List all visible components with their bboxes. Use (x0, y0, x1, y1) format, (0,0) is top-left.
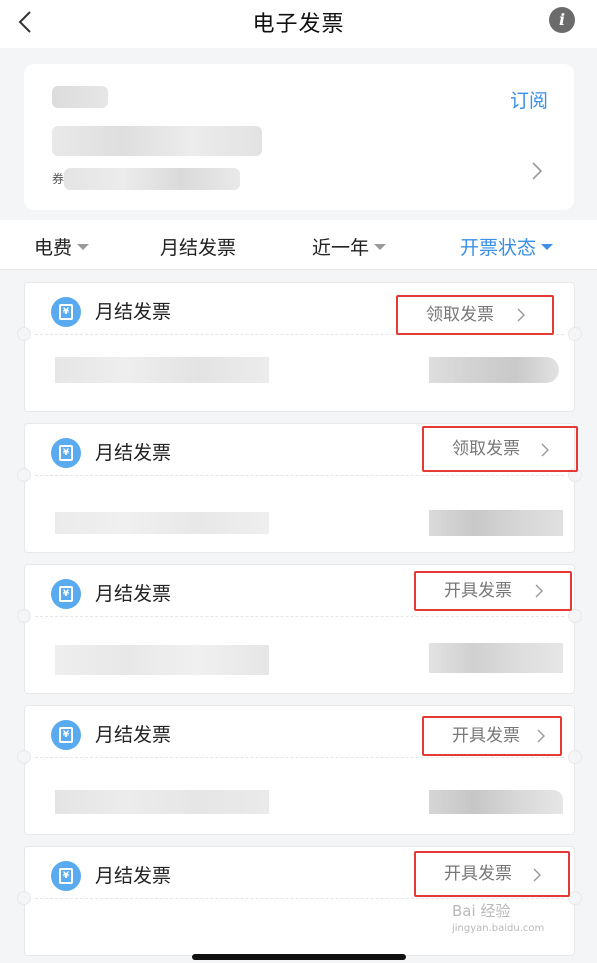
page-title: 电子发票 (252, 12, 345, 37)
subscribe-link[interactable]: 订阅 (510, 86, 548, 113)
invoice-card[interactable]: ¥ 月结发票 开具发票 (17, 564, 582, 694)
caret-down-icon (77, 243, 90, 250)
filter-time-range[interactable]: 近一年 (312, 233, 387, 260)
invoice-card[interactable]: ¥ 月结发票 领取发票 (17, 423, 582, 553)
invoice-action-button[interactable]: 领取发票 (396, 295, 554, 335)
ticket-notch (568, 327, 582, 341)
ticket-notch (568, 609, 582, 623)
blurred-invoice-amount (429, 643, 563, 673)
invoice-yuan-icon: ¥ (51, 720, 81, 750)
ticket-notch (17, 750, 31, 764)
blurred-account-name (52, 86, 108, 108)
chevron-right-icon (535, 584, 543, 598)
watermark: Bai 经验 jingyan.baidu.com (452, 902, 545, 934)
invoice-action-button[interactable]: 开具发票 (422, 716, 562, 756)
blurred-invoice-period (55, 790, 269, 814)
invoice-card[interactable]: ¥ 月结发票 开具发票 (17, 705, 582, 835)
invoice-title: 月结发票 (95, 724, 172, 746)
blurred-invoice-period (55, 645, 269, 675)
nav-bar: 电子发票 i (0, 0, 597, 48)
ticket-divider (35, 616, 564, 617)
ticket-notch (17, 609, 31, 623)
filter-invoice-type[interactable]: 月结发票 (160, 233, 236, 260)
home-indicator[interactable] (192, 954, 406, 960)
ticket-notch (17, 327, 31, 341)
invoice-yuan-icon: ¥ (51, 438, 81, 468)
info-icon[interactable]: i (549, 7, 575, 33)
invoice-yuan-icon: ¥ (51, 861, 81, 891)
blurred-account-number (52, 126, 262, 156)
invoice-title: 月结发票 (95, 865, 172, 887)
ticket-divider (35, 475, 564, 476)
ticket-divider (35, 757, 564, 758)
invoice-yuan-icon: ¥ (51, 579, 81, 609)
ticket-notch (568, 750, 582, 764)
ticket-notch (17, 468, 31, 482)
chevron-right-icon (517, 308, 525, 322)
invoice-action-button[interactable]: 开具发票 (414, 571, 572, 611)
invoice-card[interactable]: ¥ 月结发票 领取发票 (17, 282, 582, 412)
account-partial-label: 券 (52, 172, 65, 186)
invoice-title: 月结发票 (95, 583, 172, 605)
blurred-invoice-amount (429, 790, 563, 814)
blurred-invoice-amount (429, 510, 563, 536)
invoice-title: 月结发票 (95, 442, 172, 464)
blurred-invoice-period (55, 512, 269, 534)
chevron-right-icon (533, 868, 541, 882)
ticket-notch (17, 891, 31, 905)
filter-bar: 电费 月结发票 近一年 开票状态 (0, 220, 597, 270)
ticket-divider (35, 898, 564, 899)
blurred-account-address (64, 168, 240, 190)
filter-invoice-status[interactable]: 开票状态 (460, 233, 554, 260)
invoice-action-button[interactable]: 开具发票 (414, 851, 570, 897)
blurred-invoice-amount (429, 357, 559, 383)
blurred-invoice-period (55, 357, 269, 383)
chevron-right-icon (541, 443, 549, 457)
invoice-title: 月结发票 (95, 301, 172, 323)
chevron-right-icon (537, 729, 545, 743)
invoice-yuan-icon: ¥ (51, 297, 81, 327)
caret-down-icon (541, 243, 554, 250)
chevron-right-icon (532, 162, 543, 180)
account-card[interactable]: 券 订阅 (24, 64, 574, 210)
invoice-action-button[interactable]: 领取发票 (422, 426, 578, 472)
filter-bill-type[interactable]: 电费 (34, 233, 90, 260)
caret-down-icon (374, 243, 387, 250)
